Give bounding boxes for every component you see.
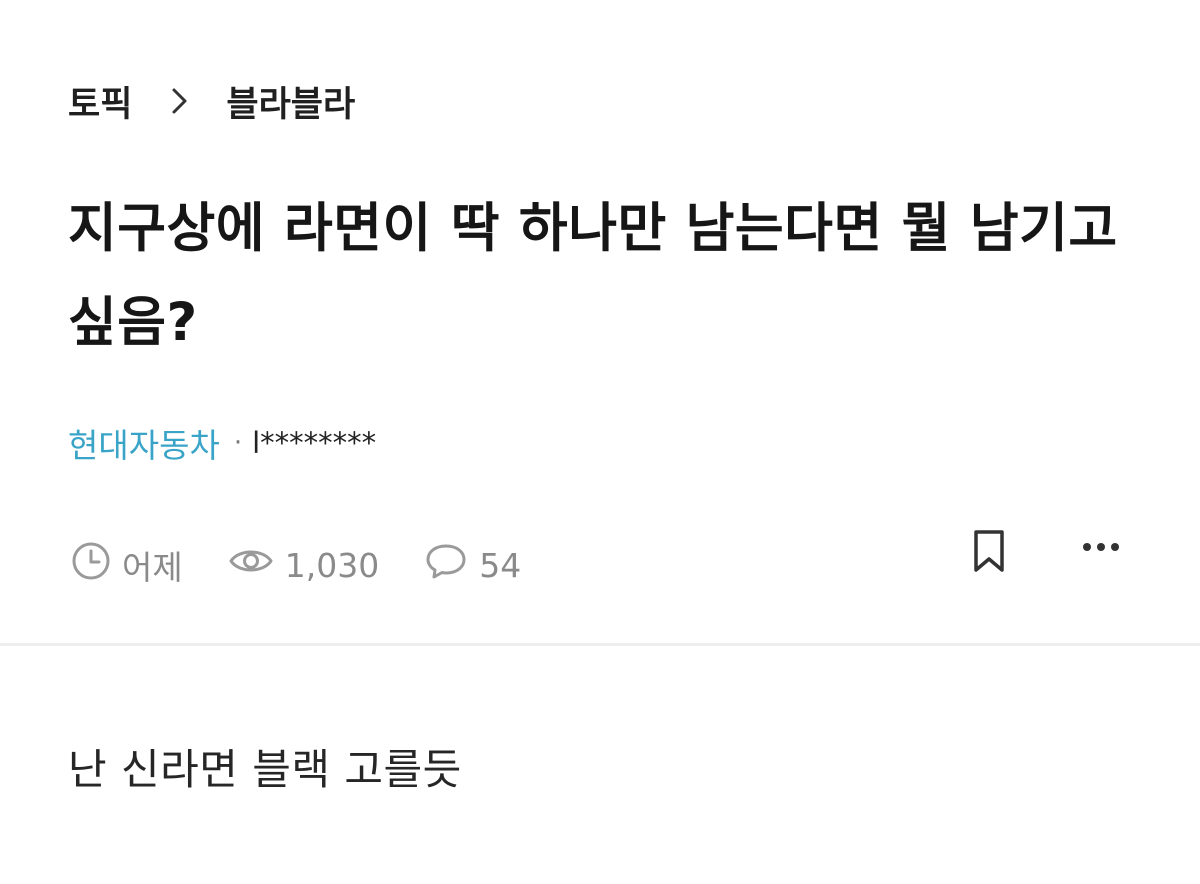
post-views: 1,030 <box>227 540 379 590</box>
section-divider <box>0 643 1200 646</box>
post-comments[interactable]: 54 <box>423 540 521 590</box>
bookmark-icon <box>970 528 1008 578</box>
post-body: 난 신라면 블랙 고를듯 <box>68 745 462 794</box>
post-views-count: 1,030 <box>284 545 380 585</box>
more-dots-icon <box>1081 538 1121 557</box>
breadcrumb-topic-link[interactable]: 토픽 <box>68 76 132 127</box>
breadcrumb-channel-link[interactable]: 블라블라 <box>226 76 355 127</box>
post-title: 지구상에 라면이 딱 하나만 남는다면 뭘 남기고 싶음? <box>68 198 1118 353</box>
post-time-text: 어제 <box>122 548 183 587</box>
author-company-link[interactable]: 현대자동차 <box>68 419 220 467</box>
author-info: 현대자동차 · l******** <box>68 420 376 466</box>
author-nickname: l******** <box>252 426 377 460</box>
chevron-right-icon <box>170 86 190 116</box>
post-comments-count: 54 <box>479 545 522 585</box>
clock-icon <box>70 540 122 590</box>
comment-bubble-icon <box>423 540 479 590</box>
post-meta: 어제 1,030 54 <box>70 540 521 590</box>
bookmark-button[interactable] <box>968 528 1010 578</box>
more-options-button[interactable] <box>1078 532 1124 562</box>
breadcrumb: 토픽 블라블라 <box>68 76 355 126</box>
post-time: 어제 <box>70 540 183 590</box>
author-separator: · <box>233 428 243 458</box>
eye-icon <box>227 540 285 590</box>
